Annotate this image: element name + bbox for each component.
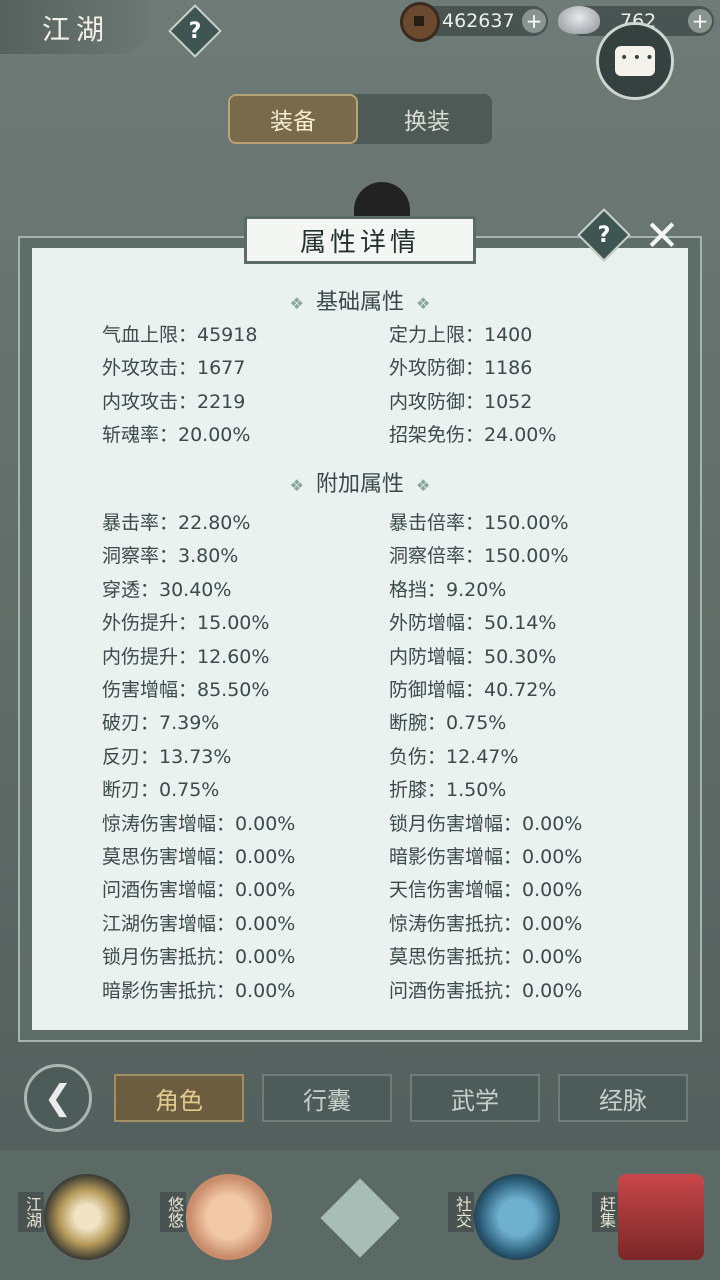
stat-row: 暴击率：22.80% (102, 512, 251, 534)
add-silver-button[interactable]: + (688, 9, 712, 33)
stat-row: 暗影伤害抵抗：0.00% (102, 979, 296, 1002)
stat-row: 伤害增幅：85.50% (102, 679, 270, 701)
add-coins-button[interactable]: + (522, 9, 546, 33)
stat-row: 气血上限：45918 (102, 324, 258, 346)
ornament-icon: ❖ (416, 294, 431, 313)
chat-button[interactable] (596, 22, 674, 100)
stat-row: 招架免伤：24.00% (389, 424, 557, 447)
stat-row: 外攻防御：1186 (389, 357, 533, 380)
stat-row: 定力上限：1400 (389, 324, 533, 346)
stat-row: 断刃：0.75% (102, 779, 220, 802)
equip-tab-bar: 装备 换装 (228, 94, 492, 144)
stat-row: 内伤提升：12.60% (102, 645, 270, 668)
stat-row: 折膝：1.50% (389, 779, 507, 802)
tab-martial-arts[interactable]: 武学 (410, 1074, 540, 1122)
stat-row: 外伤提升：15.00% (102, 612, 270, 635)
stat-row: 斩魂率：20.00% (102, 424, 251, 447)
ornament-icon: ❖ (289, 294, 304, 313)
nav-market[interactable]: 赶集 (584, 1160, 714, 1275)
nav-youyou[interactable]: 悠悠 (152, 1160, 282, 1275)
ornament-icon: ❖ (289, 476, 304, 495)
silver-ingot-icon (558, 6, 600, 34)
stat-row: 外防增幅：50.14% (389, 612, 557, 635)
stat-row: 暴击倍率：150.00% (389, 512, 569, 534)
back-arrow-icon: ❮ (43, 1078, 73, 1118)
stat-row: 格挡：9.20% (389, 578, 507, 601)
compass-star-icon (320, 1178, 400, 1258)
stat-row: 江湖伤害增幅：0.00% (102, 912, 296, 935)
back-button[interactable]: ❮ (24, 1064, 92, 1132)
nav-center[interactable] (300, 1160, 430, 1275)
nav-label: 社交 (448, 1192, 474, 1232)
panel-title: 属性详情 (244, 216, 476, 264)
stat-row: 断腕：0.75% (389, 712, 507, 735)
stat-row: 反刃：13.73% (102, 745, 232, 768)
copper-coin-icon (400, 2, 440, 42)
coin-amount: 462637 (442, 10, 515, 32)
stat-row: 洞察倍率：150.00% (389, 545, 569, 568)
stat-row: 问酒伤害增幅：0.00% (102, 879, 296, 902)
stat-row: 锁月伤害增幅：0.00% (389, 812, 583, 835)
stat-row: 穿透：30.40% (102, 578, 232, 601)
tab-equipment[interactable]: 装备 (228, 94, 358, 144)
chat-bubble-icon (615, 46, 655, 76)
wave-icon (474, 1174, 560, 1260)
stat-row: 莫思伤害增幅：0.00% (102, 846, 296, 868)
nav-label: 江湖 (18, 1192, 44, 1232)
nav-label: 赶集 (592, 1192, 618, 1232)
stat-row: 莫思伤害抵抗：0.00% (389, 946, 583, 969)
stat-row: 锁月伤害抵抗：0.00% (102, 946, 296, 969)
straw-hat-icon (44, 1174, 130, 1260)
stat-row: 外攻攻击：1677 (102, 357, 246, 380)
tab-inventory[interactable]: 行囊 (262, 1074, 392, 1122)
stat-row: 天信伤害增幅：0.00% (389, 879, 583, 902)
stat-row: 暗影伤害增幅：0.00% (389, 846, 583, 868)
section-header-base: ❖ 基础属性 ❖ (289, 290, 431, 315)
nav-social[interactable]: 社交 (440, 1160, 570, 1275)
coin-counter: 462637 + (400, 2, 548, 42)
ornament-icon: ❖ (416, 476, 431, 495)
stat-row: 内攻防御：1052 (389, 390, 533, 413)
stat-row: 破刃：7.39% (102, 712, 220, 735)
stat-row: 惊涛伤害增幅：0.00% (102, 812, 296, 835)
attribute-detail-panel: ❖ 基础属性 ❖ 气血上限：45918 定力上限：1400 外攻攻击：1677 外攻防御：… (18, 236, 702, 1042)
market-basket-icon (618, 1174, 704, 1260)
nav-jianghu[interactable]: 江湖 (10, 1160, 140, 1275)
stat-row: 防御增幅：40.72% (389, 679, 557, 701)
tab-outfit[interactable]: 换装 (362, 94, 492, 144)
stat-row: 问酒伤害抵抗：0.00% (389, 979, 583, 1002)
question-icon: ? (188, 18, 202, 44)
stat-row: 负伤：12.47% (389, 745, 519, 768)
question-icon: ? (597, 222, 611, 248)
tab-meridians[interactable]: 经脉 (558, 1074, 688, 1122)
stat-row: 内攻攻击：2219 (102, 390, 246, 413)
stat-row: 内防增幅：50.30% (389, 645, 557, 668)
area-title: 江湖 (42, 13, 111, 46)
close-button[interactable]: ✕ (640, 211, 684, 260)
scroll-fade (32, 1000, 688, 1030)
tab-character[interactable]: 角色 (114, 1074, 244, 1122)
nav-label: 悠悠 (160, 1192, 186, 1232)
section-header-extra: ❖ 附加属性 ❖ (289, 472, 431, 497)
area-title-tag: 江湖 (0, 0, 150, 54)
swallow-icon (186, 1174, 272, 1260)
stat-row: 洞察率：3.80% (102, 545, 239, 568)
stat-row: 惊涛伤害抵抗：0.00% (389, 912, 583, 935)
attribute-list[interactable]: ❖ 基础属性 ❖ 气血上限：45918 定力上限：1400 外攻攻击：1677 外攻防御：… (32, 248, 688, 1030)
